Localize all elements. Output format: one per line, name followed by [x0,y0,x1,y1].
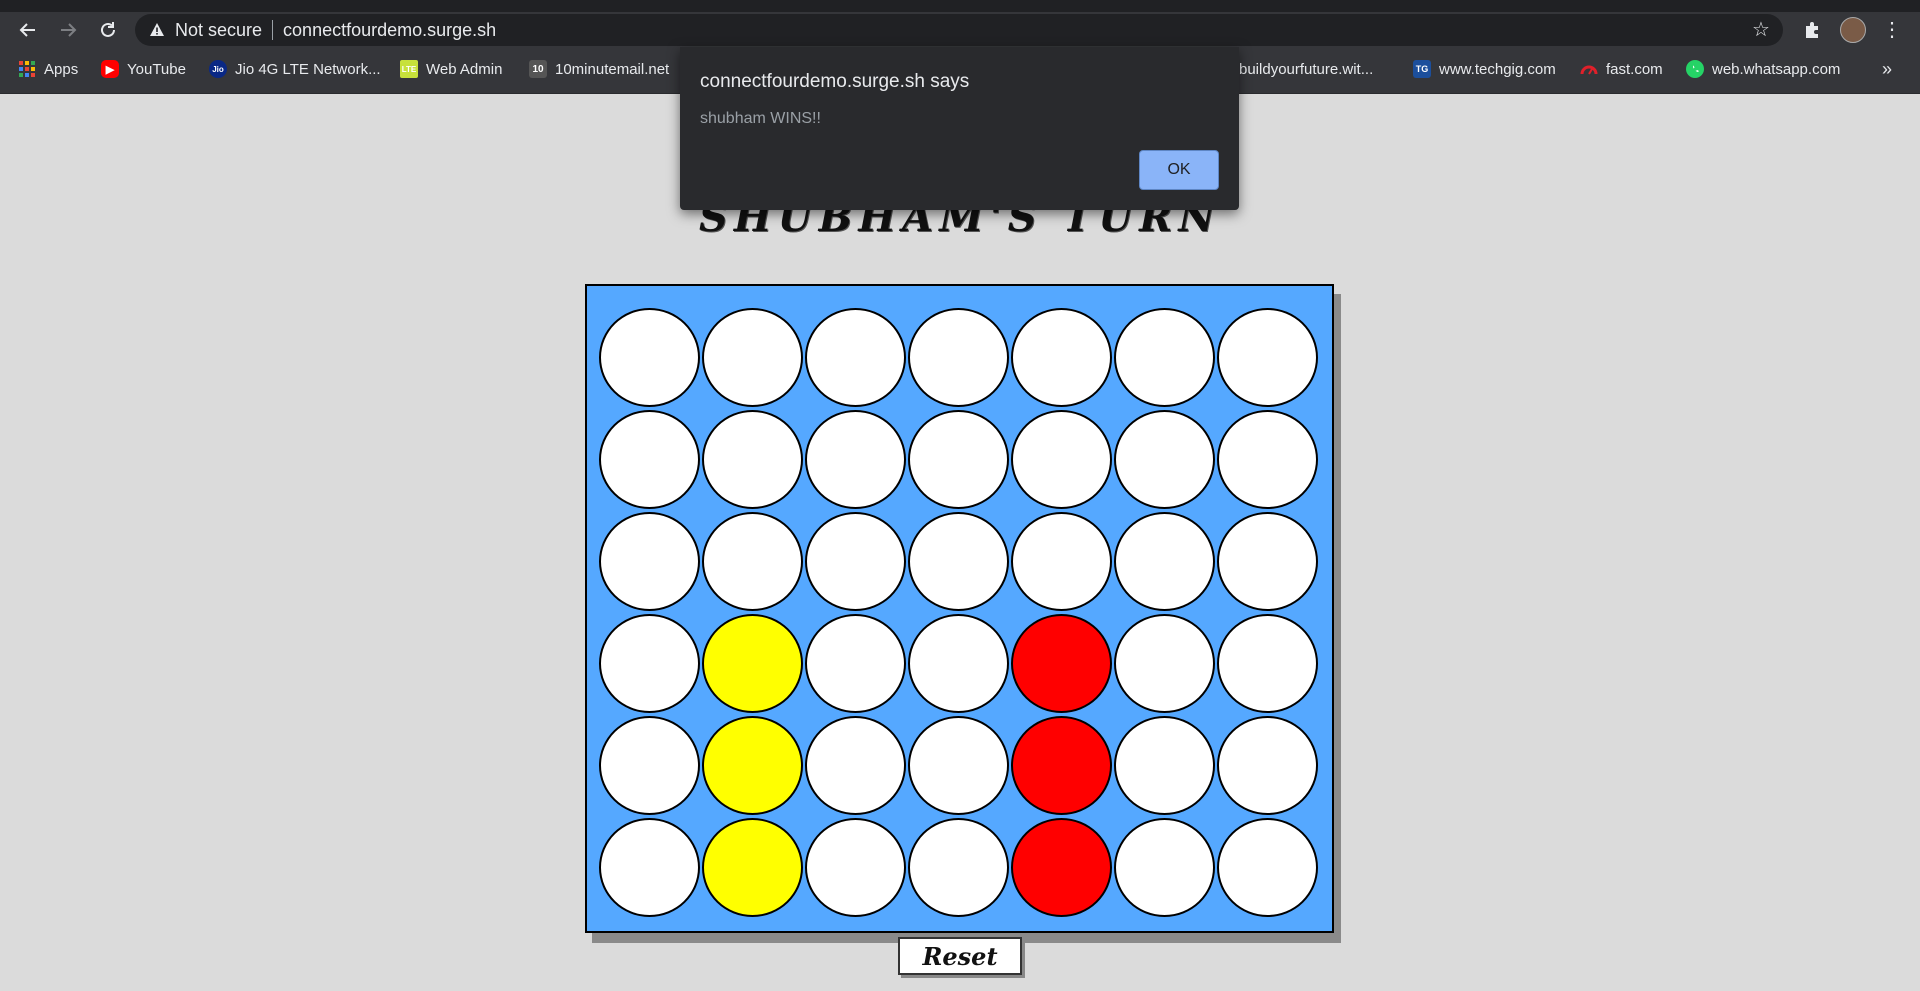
board-cell-r3-c5[interactable] [1114,614,1215,713]
bookmark-10minutemail[interactable]: 10 10minutemail.net [529,57,669,81]
menu-kebab-icon[interactable]: ⋮ [1882,17,1902,43]
board-cell-r1-c1[interactable] [702,410,803,509]
board-cell-r2-c4[interactable] [1011,512,1112,611]
board-cell-r5-c0[interactable] [599,818,700,917]
game-board [585,284,1334,933]
board-cell-r0-c4[interactable] [1011,308,1112,407]
address-bar[interactable]: Not secure connectfourdemo.surge.sh ☆ [135,14,1783,46]
apps-grid-icon [18,60,36,78]
board-cell-r3-c3[interactable] [908,614,1009,713]
forward-button[interactable] [54,16,82,44]
board-cell-r0-c6[interactable] [1217,308,1318,407]
extensions-puzzle-icon[interactable] [1800,18,1824,42]
bookmark-star-icon[interactable]: ☆ [1751,20,1771,40]
bookmark-techgig[interactable]: TG www.techgig.com [1413,57,1556,81]
bookmark-fast[interactable]: fast.com [1580,57,1663,81]
alert-dialog: connectfourdemo.surge.sh says shubham WI… [680,47,1239,210]
game-page: SHUBHAM'S TURN Reset [0,94,1920,991]
arrow-right-icon [61,23,77,37]
10minutemail-icon: 10 [529,60,547,78]
board-cell-r2-c5[interactable] [1114,512,1215,611]
browser-toolbar: Not secure connectfourdemo.surge.sh ☆ ⋮ [0,12,1920,47]
board-cell-r4-c2[interactable] [805,716,906,815]
bookmark-whatsapp[interactable]: web.whatsapp.com [1686,57,1840,81]
board-cell-r0-c2[interactable] [805,308,906,407]
board-cell-r2-c3[interactable] [908,512,1009,611]
board-cell-r2-c0[interactable] [599,512,700,611]
bookmark-jio[interactable]: Jio Jio 4G LTE Network... [209,57,381,81]
board-cell-r1-c3[interactable] [908,410,1009,509]
reset-button[interactable]: Reset [898,937,1022,975]
security-label[interactable]: Not secure [175,20,262,41]
board-cell-r4-c0[interactable] [599,716,700,815]
techgig-icon: TG [1413,60,1431,78]
address-separator [272,20,274,40]
board-cell-r5-c6[interactable] [1217,818,1318,917]
ok-button[interactable]: OK [1139,150,1219,190]
fast-icon [1580,60,1598,78]
board-cell-r1-c4[interactable] [1011,410,1112,509]
bookmark-web-admin[interactable]: LTE Web Admin [400,57,502,81]
board-cell-r4-c6[interactable] [1217,716,1318,815]
board-cell-r3-c0[interactable] [599,614,700,713]
board-cell-r1-c6[interactable] [1217,410,1318,509]
youtube-icon: ▶ [101,60,119,78]
board-cell-r4-c3[interactable] [908,716,1009,815]
board-cell-r2-c2[interactable] [805,512,906,611]
board-cell-r1-c0[interactable] [599,410,700,509]
board-cell-r3-c6[interactable] [1217,614,1318,713]
url-text[interactable]: connectfourdemo.surge.sh [283,20,496,41]
board-cell-r3-c1[interactable] [702,614,803,713]
board-cell-r3-c2[interactable] [805,614,906,713]
lte-icon: LTE [400,60,418,78]
warning-icon [149,22,165,38]
board-cell-r4-c4[interactable] [1011,716,1112,815]
bookmark-label: fast.com [1606,60,1663,78]
board-cell-r2-c6[interactable] [1217,512,1318,611]
bookmark-label: Web Admin [426,60,503,78]
board-cell-r0-c1[interactable] [702,308,803,407]
board-cell-r5-c1[interactable] [702,818,803,917]
bookmark-apps[interactable]: Apps [18,57,78,81]
bookmark-label: Jio 4G LTE Network... [235,60,381,78]
jio-icon: Jio [209,60,227,78]
bookmark-youtube[interactable]: ▶ YouTube [101,57,186,81]
bookmark-label: www.techgig.com [1439,60,1556,78]
bookmark-label: web.whatsapp.com [1712,60,1841,78]
bookmarks-overflow-button[interactable]: » [1882,59,1892,80]
board-cell-r0-c5[interactable] [1114,308,1215,407]
tab-strip [0,0,1920,12]
bookmark-label: 10minutemail.net [555,60,670,78]
board-cell-r0-c0[interactable] [599,308,700,407]
board-cell-r1-c2[interactable] [805,410,906,509]
board-cell-r4-c1[interactable] [702,716,803,815]
board-cell-r5-c5[interactable] [1114,818,1215,917]
board-cell-r5-c4[interactable] [1011,818,1112,917]
board-cell-r5-c2[interactable] [805,818,906,917]
back-button[interactable] [14,16,42,44]
dialog-title: connectfourdemo.surge.sh says [700,71,970,92]
board-cell-r5-c3[interactable] [908,818,1009,917]
board-cell-r2-c1[interactable] [702,512,803,611]
whatsapp-icon [1686,60,1704,78]
board-cell-r1-c5[interactable] [1114,410,1215,509]
bookmark-label: Apps [44,60,79,78]
profile-avatar[interactable] [1840,17,1866,43]
board-cell-r0-c3[interactable] [908,308,1009,407]
bookmark-label: YouTube [127,60,186,78]
arrow-left-icon [19,23,35,37]
reload-icon [101,22,115,37]
reload-button[interactable] [94,16,122,44]
dialog-message: shubham WINS!! [700,110,821,127]
bookmark-label: buildyourfuture.wit... [1239,60,1374,78]
board-cell-r3-c4[interactable] [1011,614,1112,713]
board-cell-r4-c5[interactable] [1114,716,1215,815]
bookmark-buildyourfuture[interactable]: buildyourfuture.wit... [1225,57,1373,81]
